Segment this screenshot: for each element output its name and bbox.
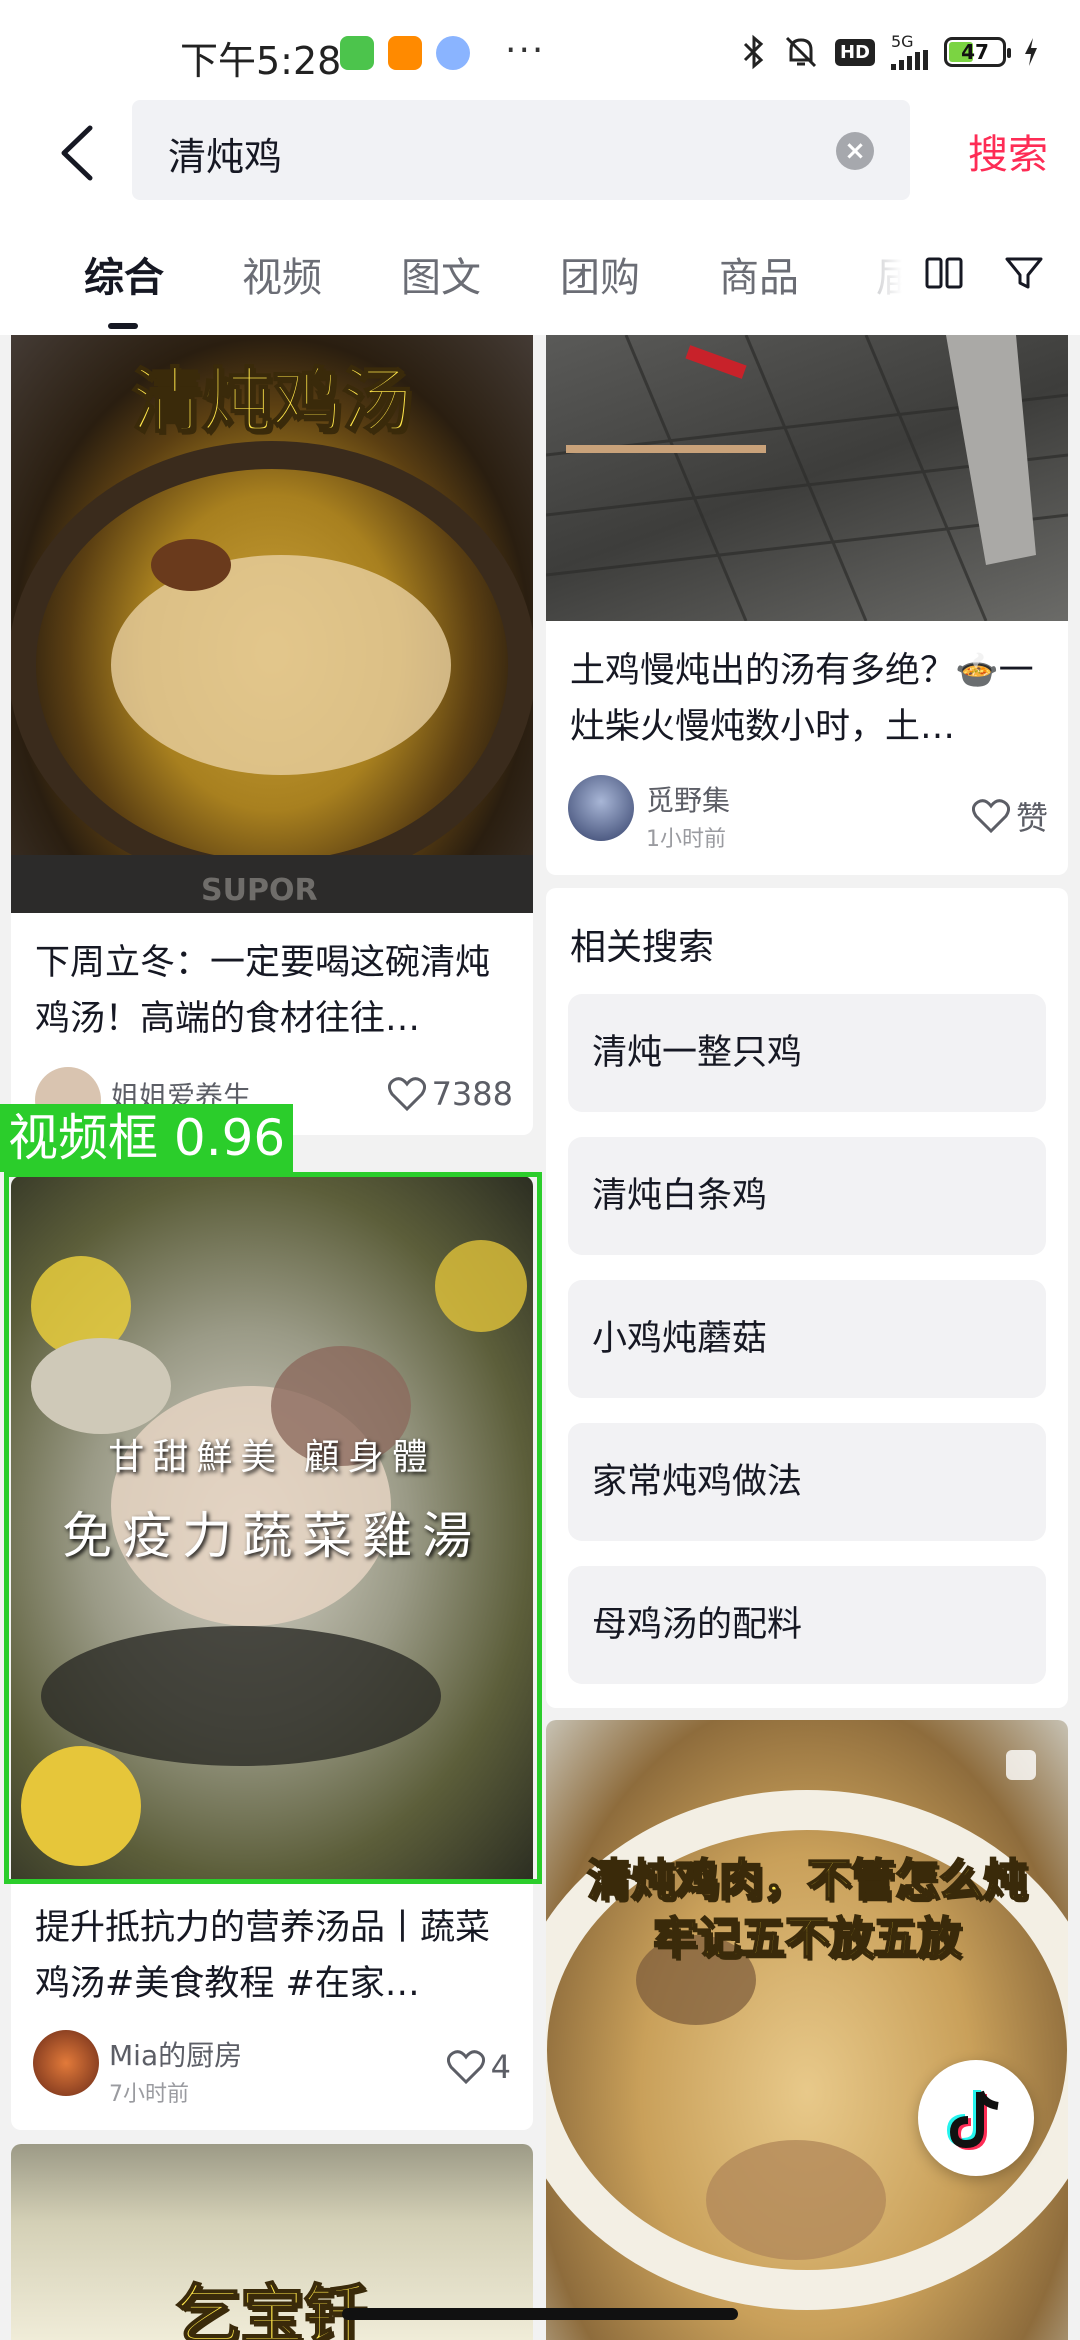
notification-icons <box>340 36 470 70</box>
tab-image-text[interactable]: 图文 <box>401 245 481 303</box>
more-notifications-icon: ··· <box>505 30 546 71</box>
battery-icon: 47 <box>944 37 1011 67</box>
author-name[interactable]: 觅野集 <box>646 779 730 819</box>
related-search-item[interactable]: 母鸡汤的配料 <box>568 1566 1046 1684</box>
post-time: 1小时前 <box>646 827 726 852</box>
related-searches-title: 相关搜索 <box>570 927 715 968</box>
tab-video[interactable]: 视频 <box>242 245 322 303</box>
notification-app-icon <box>340 36 374 70</box>
video-thumbnail: 清炖鸡汤 SUPOR <box>11 335 533 913</box>
thumbnail-illustration <box>546 335 1068 621</box>
status-right: HD 5G 47 <box>741 34 1040 70</box>
hd-badge: HD <box>834 38 875 66</box>
notification-app-icon <box>436 36 470 70</box>
author-avatar[interactable] <box>33 2030 99 2096</box>
bluetooth-icon <box>743 34 764 70</box>
related-searches: 相关搜索 清炖一整只鸡 清炖白条鸡 小鸡炖蘑菇 家常炖鸡做法 母鸡汤的配料 <box>546 888 1068 1708</box>
filter-icon[interactable] <box>1004 253 1044 293</box>
related-search-item[interactable]: 清炖一整只鸡 <box>568 994 1046 1112</box>
author-name[interactable]: Mia的厨房 <box>109 2034 242 2074</box>
video-card[interactable]: 清炖鸡汤 SUPOR 下周立冬：一定要喝这碗清炖鸡汤！高端的食材往往… 姐姐爱养… <box>11 335 533 1135</box>
search-button[interactable]: 搜索 <box>968 122 1048 180</box>
video-card[interactable]: 清炖鸡肉，不管怎么炖 牢记五不放五放 <box>546 1720 1068 2340</box>
status-bar: 下午5:28 ··· HD 5G 47 <box>0 0 1080 100</box>
tab-products[interactable]: 商品 <box>719 245 799 303</box>
related-search-item[interactable]: 小鸡炖蘑菇 <box>568 1280 1046 1398</box>
detection-box <box>4 1172 542 1884</box>
video-thumbnail <box>546 335 1068 621</box>
clear-search-button[interactable]: × <box>836 132 874 170</box>
active-tab-indicator <box>108 323 138 329</box>
layout-toggle-icon[interactable] <box>924 253 964 293</box>
thumbnail-overlay-text: 清炖鸡肉，不管怎么炖 <box>586 1854 1028 1907</box>
notification-app-icon <box>388 36 422 70</box>
search-tabs: 综合 视频 图文 团购 商品 届 <box>0 205 1080 335</box>
search-header: 清炖鸡 × 搜索 <box>0 100 1080 205</box>
tab-comprehensive[interactable]: 综合 <box>84 245 164 303</box>
thumbnail-overlay-subtitle: 牢记五不放五放 <box>652 1912 962 1965</box>
video-thumbnail: 清炖鸡肉，不管怎么炖 牢记五不放五放 <box>546 1720 1068 2340</box>
like-button[interactable]: 7388 <box>387 1075 513 1113</box>
like-button[interactable]: 赞 <box>971 793 1048 839</box>
thumbnail-overlay-text: 清炖鸡汤 <box>131 359 413 443</box>
heart-icon <box>387 1077 426 1111</box>
status-time: 下午5:28 <box>180 39 342 83</box>
tab-group-buy[interactable]: 团购 <box>560 245 640 303</box>
like-count: 7388 <box>431 1075 513 1113</box>
back-button[interactable] <box>50 118 110 188</box>
detection-label: 视频框 0.96 <box>0 1104 294 1172</box>
like-count: 4 <box>490 2048 511 2086</box>
search-input[interactable]: 清炖鸡 × <box>132 100 910 200</box>
post-time: 7小时前 <box>109 2082 189 2107</box>
card-title[interactable]: 土鸡慢炖出的汤有多绝？🍲一灶柴火慢炖数小时，土… <box>570 643 1044 755</box>
tab-fade <box>860 235 920 315</box>
like-count: 赞 <box>1015 799 1048 837</box>
back-arrow-icon <box>61 125 93 181</box>
related-search-item[interactable]: 清炖白条鸡 <box>568 1137 1046 1255</box>
heart-icon <box>446 2050 485 2084</box>
card-title[interactable]: 下周立冬：一定要喝这碗清炖鸡汤！高端的食材往往… <box>35 935 509 1047</box>
douyin-float-button[interactable] <box>918 2060 1034 2176</box>
thumbnail-illustration <box>546 1750 1068 2310</box>
brand-watermark: SUPOR <box>201 873 318 908</box>
douyin-logo-icon <box>946 2090 999 2151</box>
home-indicator[interactable] <box>342 2308 738 2320</box>
network-type: 5G <box>891 32 914 51</box>
thumbnail-overlay-text: 乞宝钎 <box>175 2278 369 2340</box>
video-card[interactable]: 土鸡慢炖出的汤有多绝？🍲一灶柴火慢炖数小时，土… 觅野集 1小时前 赞 <box>546 335 1068 875</box>
author-avatar[interactable] <box>568 775 634 841</box>
signal-icon: 5G <box>891 34 928 70</box>
card-title[interactable]: 提升抵抗力的营养汤品丨蔬菜鸡汤#美食教程 #在家… <box>35 1900 509 2012</box>
charging-icon <box>1025 38 1037 66</box>
mute-bell-icon <box>785 36 817 68</box>
like-button[interactable]: 4 <box>446 2048 511 2086</box>
heart-icon <box>971 799 1010 833</box>
related-search-item[interactable]: 家常炖鸡做法 <box>568 1423 1046 1541</box>
search-query: 清炖鸡 <box>168 135 283 179</box>
battery-level: 47 <box>961 40 989 64</box>
